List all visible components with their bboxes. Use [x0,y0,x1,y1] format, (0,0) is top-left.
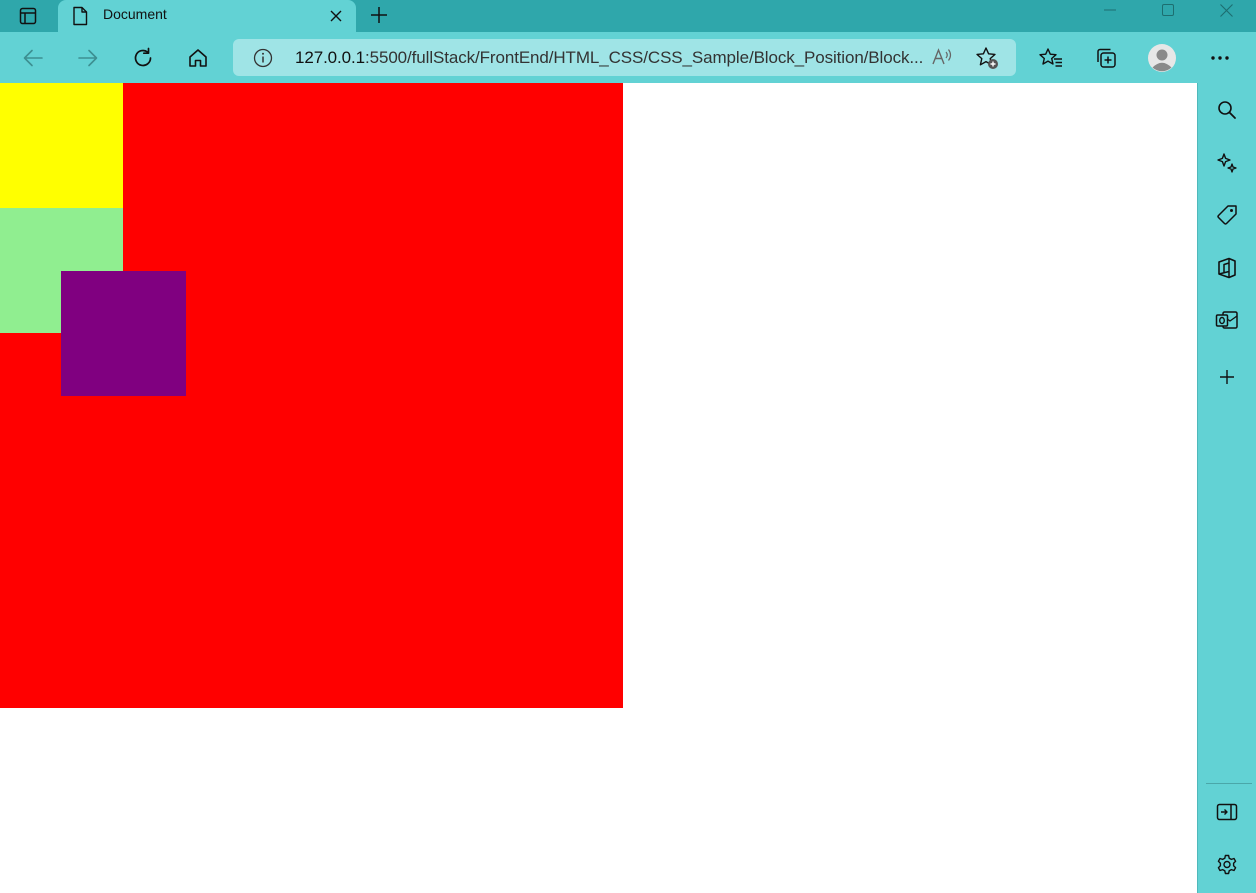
sidebar-copilot-button[interactable] [1210,146,1244,180]
sidebar-office-button[interactable] [1210,251,1244,285]
window-close-button[interactable] [1197,0,1255,20]
forward-arrow-icon [78,49,98,67]
copilot-icon [1217,153,1237,173]
url-text[interactable]: 127.0.0.1:5500/fullStack/FrontEnd/HTML_C… [295,48,925,68]
shopping-tag-icon [1217,205,1237,225]
favorites-button[interactable] [1034,41,1068,75]
close-icon [1219,3,1233,17]
sidebar-shopping-button[interactable] [1210,198,1244,232]
add-favorite-icon[interactable] [975,46,999,70]
profile-icon [1148,44,1176,72]
home-button[interactable] [181,41,215,75]
tab-document[interactable]: Document [58,0,356,32]
back-arrow-icon [23,49,43,67]
home-icon [189,49,207,67]
forward-button[interactable] [71,41,105,75]
title-bar: Document [0,0,1256,32]
sidebar-divider [1206,783,1252,784]
url-host: 127.0.0.1 [295,48,365,67]
add-icon [1220,370,1234,384]
office-icon [1218,257,1236,279]
tab-actions-icon [19,7,37,25]
read-aloud-icon[interactable] [931,47,953,67]
maximize-button[interactable] [1139,0,1197,20]
collections-button[interactable] [1089,41,1123,75]
hide-sidebar-icon [1216,803,1238,821]
new-tab-button[interactable] [366,2,392,28]
sidebar-search-button[interactable] [1210,93,1244,127]
toolbar: 127.0.0.1:5500/fullStack/FrontEnd/HTML_C… [0,32,1256,83]
minimize-button[interactable] [1081,0,1139,20]
address-bar[interactable]: 127.0.0.1:5500/fullStack/FrontEnd/HTML_C… [233,39,1016,76]
purple-block [61,271,186,396]
back-button[interactable] [16,41,50,75]
yellow-block [0,83,123,208]
outlook-icon [1215,311,1238,329]
settings-icon [1217,854,1237,875]
document-icon [72,6,88,26]
plus-icon [371,7,387,23]
tab-close-button[interactable] [326,6,346,26]
info-icon[interactable] [253,48,273,68]
more-icon [1211,56,1229,60]
page-viewport [0,83,1197,893]
refresh-icon [134,47,152,67]
tab-actions-button[interactable] [8,2,48,30]
favorites-icon [1039,48,1062,67]
more-button[interactable] [1203,41,1237,75]
collections-icon [1097,48,1116,68]
close-icon [330,10,342,22]
profile-button[interactable] [1145,41,1179,75]
url-path: :5500/fullStack/FrontEnd/HTML_CSS/CSS_Sa… [365,48,924,67]
sidebar-hide-button[interactable] [1210,795,1244,829]
sidebar-settings-button[interactable] [1210,848,1244,882]
search-icon [1218,101,1236,119]
tab-title: Document [103,6,167,22]
sidebar-add-button[interactable] [1210,360,1244,394]
edge-sidebar [1197,83,1256,893]
sidebar-outlook-button[interactable] [1210,303,1244,337]
refresh-button[interactable] [126,41,160,75]
maximize-icon [1162,4,1174,16]
minimize-icon [1104,9,1116,11]
